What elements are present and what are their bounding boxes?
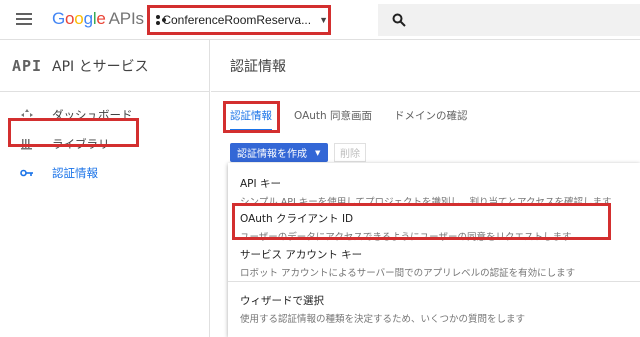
search-icon — [392, 13, 406, 27]
menu-item-description: ロボット アカウントによるサーバー間でのアプリレベルの認証を有効にします — [240, 268, 576, 279]
tab-oauth-consent[interactable]: OAuth 同意画面 — [294, 107, 372, 131]
menu-divider — [228, 281, 640, 282]
menu-item-label: API キー — [240, 178, 281, 190]
menu-item-label: ウィザードで選択 — [240, 295, 324, 307]
sidebar-item-credentials[interactable]: 認証情報 — [0, 158, 209, 188]
create-credentials-label: 認証情報を作成 — [237, 149, 307, 160]
key-icon — [20, 166, 34, 180]
chevron-down-icon: ▼ — [315, 148, 321, 157]
create-credentials-button[interactable]: 認証情報を作成 ▼ — [230, 143, 328, 162]
google-apis-logo[interactable]: Google APIs — [52, 9, 144, 29]
tab-domain-verification[interactable]: ドメインの確認 — [394, 107, 468, 131]
top-bar: Google APIs ConferenceRoomReserva... ▼ — [0, 0, 640, 40]
sidebar-header: API API とサービス — [0, 40, 209, 92]
page-title: 認証情報 — [211, 40, 640, 92]
menu-item-wizard[interactable]: ウィザードで選択 使用する認証情報の種類を決定するため、いくつかの質問をします — [228, 293, 640, 325]
sidebar-title: API とサービス — [52, 58, 149, 75]
sidebar: API API とサービス ダッシュボード ライブラリ 認証情報 — [0, 40, 210, 337]
menu-item-label: サービス アカウント キー — [240, 249, 363, 261]
delete-button[interactable]: 削除 — [334, 143, 366, 162]
oauth-highlight-box — [232, 203, 611, 240]
menu-item-service-account-key[interactable]: サービス アカウント キー ロボット アカウントによるサーバー間でのアプリレベル… — [228, 247, 640, 279]
sidebar-highlight-box — [8, 118, 139, 147]
app-window: Google APIs ConferenceRoomReserva... ▼ AP… — [0, 0, 640, 337]
tab-highlight-box — [223, 101, 280, 133]
chevron-down-icon: ▼ — [319, 15, 328, 25]
sidebar-item-label: 認証情報 — [52, 166, 98, 180]
project-selector[interactable]: ConferenceRoomReserva... ▼ — [147, 5, 331, 35]
project-name: ConferenceRoomReserva... — [162, 13, 312, 27]
create-credentials-menu: API キー シンプル API キーを使用してプロジェクトを識別し、割り当てとア… — [228, 163, 640, 337]
api-badge: API — [12, 56, 43, 75]
menu-item-description: 使用する認証情報の種類を決定するため、いくつかの質問をします — [240, 314, 526, 325]
hamburger-menu-icon[interactable] — [16, 13, 32, 25]
search-box[interactable] — [378, 4, 640, 36]
